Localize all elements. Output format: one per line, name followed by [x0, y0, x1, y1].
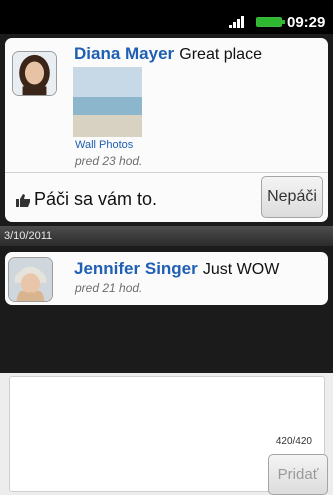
avatar[interactable]	[12, 51, 57, 96]
status-time: 09:29	[287, 14, 326, 31]
thumbs-up-icon	[16, 194, 30, 207]
post-message: Just WOW	[202, 261, 280, 278]
compose-area: 420/420 Pridať	[0, 373, 333, 495]
signal-icon	[229, 16, 249, 28]
status-bar: 09:29	[0, 0, 333, 34]
battery-icon	[256, 17, 285, 27]
beach-photo-icon	[73, 67, 142, 137]
post-time: pred 21 hod.	[75, 281, 143, 295]
avatar-photo-icon	[9, 258, 52, 301]
avatar[interactable]	[8, 257, 53, 302]
like-status: Páči sa vám to.	[34, 189, 158, 209]
author-name[interactable]: Jennifer Singer	[74, 259, 198, 278]
post-button[interactable]: Pridať	[268, 454, 328, 495]
character-counter: 420/420	[275, 436, 312, 447]
comment-input[interactable]: 420/420 Pridať	[9, 376, 328, 495]
post-time: pred 23 hod.	[75, 154, 143, 168]
post-photo[interactable]	[73, 67, 142, 137]
photo-album-link[interactable]: Wall Photos	[75, 139, 133, 151]
unlike-button[interactable]: Nepáči	[261, 176, 323, 218]
post-header: Diana Mayer Great place	[74, 44, 262, 64]
post-header: Jennifer Singer Just WOW	[74, 259, 279, 279]
date-separator: 3/10/2011	[0, 226, 333, 246]
author-name[interactable]: Diana Mayer	[74, 44, 174, 63]
post-card[interactable]: Jennifer Singer Just WOW pred 21 hod.	[5, 252, 328, 305]
post-message: Great place	[179, 46, 262, 63]
post-card[interactable]: Diana Mayer Great place Wall Photos pred…	[5, 38, 328, 222]
avatar-photo-icon	[13, 52, 56, 95]
divider	[5, 172, 328, 173]
